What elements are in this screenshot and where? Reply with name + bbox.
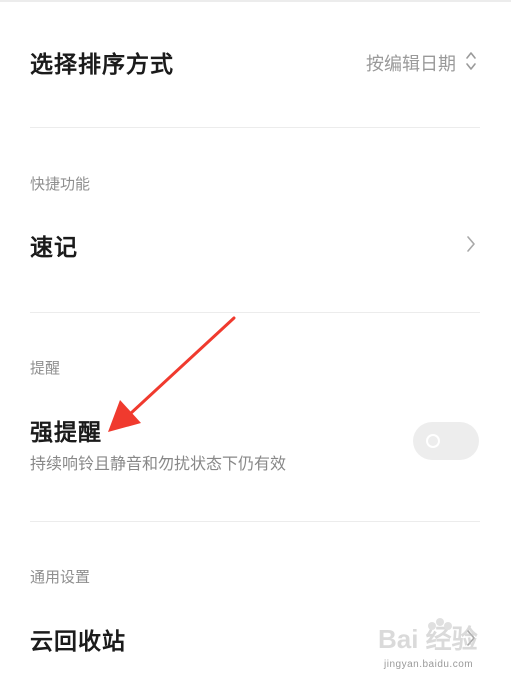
chevron-right-icon bbox=[467, 236, 475, 252]
toggle-knob bbox=[426, 434, 440, 448]
section-label-reminder: 提醒 bbox=[30, 359, 61, 377]
strong-reminder-description: 持续响铃且静音和勿扰状态下仍有效 bbox=[30, 454, 287, 473]
watermark-brand: Bai 经验 bbox=[378, 624, 478, 654]
cloud-recycle-bin-label: 云回收站 bbox=[30, 629, 126, 655]
top-border bbox=[0, 0, 511, 2]
section-label-shortcuts: 快捷功能 bbox=[30, 175, 91, 193]
divider bbox=[30, 312, 480, 313]
quick-note-label: 速记 bbox=[30, 235, 78, 261]
sort-updown-icon[interactable] bbox=[465, 50, 477, 72]
strong-reminder-label: 强提醒 bbox=[30, 420, 102, 446]
watermark-url: jingyan.baidu.com bbox=[384, 659, 474, 670]
sort-value[interactable]: 按编辑日期 bbox=[366, 50, 456, 76]
sort-label: 选择排序方式 bbox=[30, 52, 174, 78]
strong-reminder-toggle[interactable] bbox=[413, 422, 479, 460]
divider bbox=[30, 127, 480, 128]
section-label-general: 通用设置 bbox=[30, 568, 91, 586]
divider bbox=[30, 521, 480, 522]
